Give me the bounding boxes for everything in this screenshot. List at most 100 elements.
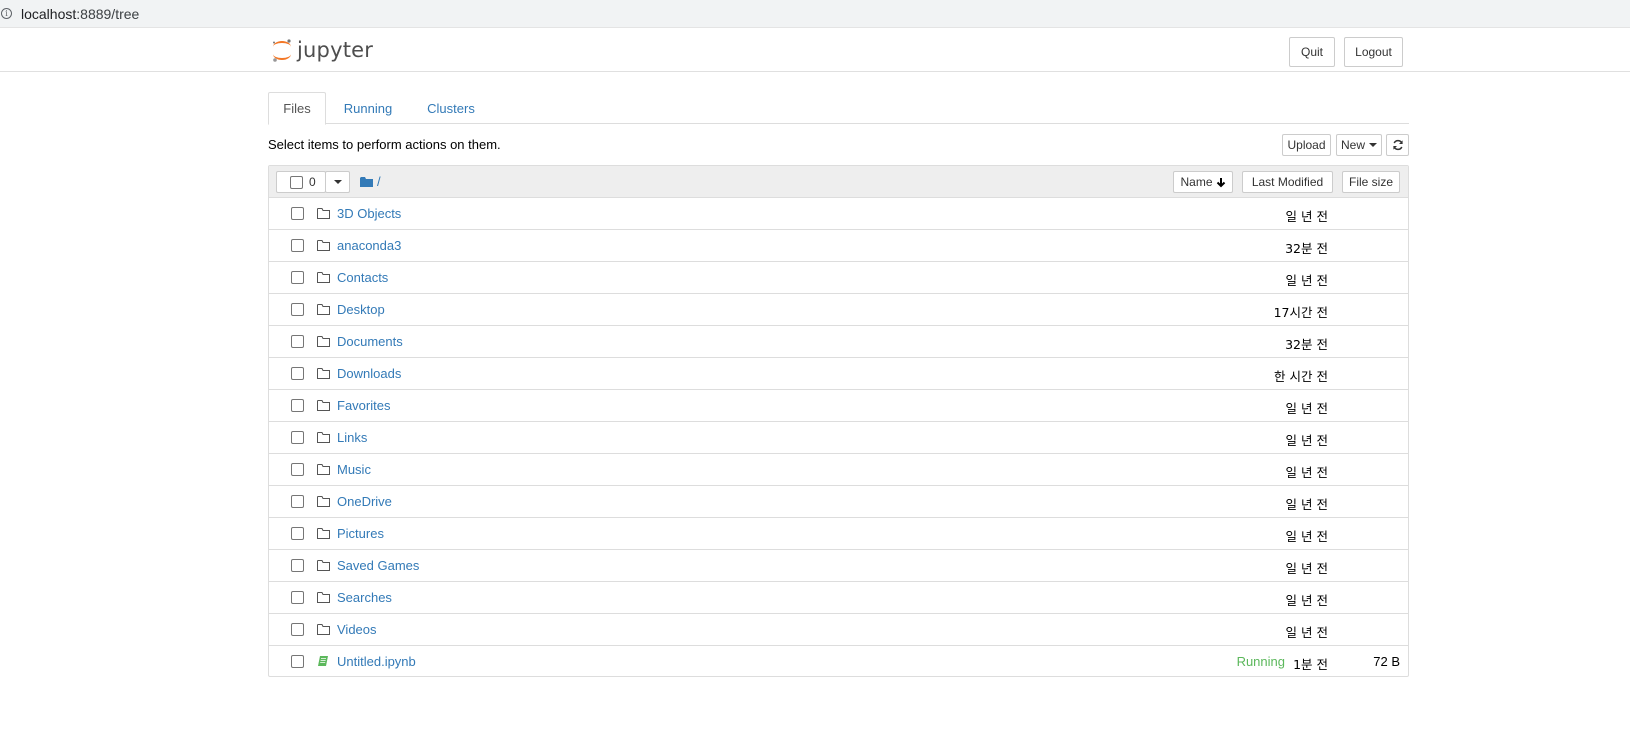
item-checkbox[interactable] [291,495,304,508]
item-checkbox[interactable] [291,623,304,636]
list-item[interactable]: 3D Objects 일 년 전 [269,198,1408,230]
quit-button[interactable]: Quit [1289,37,1335,67]
item-file-size: 72 B [1373,654,1400,669]
list-item[interactable]: Pictures 일 년 전 [269,518,1408,550]
item-last-modified: 일 년 전 [1285,497,1328,512]
sort-last-modified-button[interactable]: Last Modified [1242,171,1333,193]
tab-files[interactable]: Files [268,92,326,125]
item-checkbox[interactable] [291,207,304,220]
item-name-link[interactable]: 3D Objects [337,206,401,221]
item-checkbox[interactable] [291,655,304,668]
jupyter-logo-icon [273,39,291,62]
item-name-link[interactable]: Favorites [337,398,390,413]
url-text[interactable]: localhost:8889/tree [21,6,139,22]
list-item[interactable]: anaconda3 32분 전 [269,230,1408,262]
item-last-modified: 일 년 전 [1285,593,1328,608]
item-last-modified: 일 년 전 [1285,561,1328,576]
folder-icon[interactable] [360,177,373,187]
refresh-button[interactable] [1386,134,1409,156]
item-last-modified: 일 년 전 [1285,433,1328,448]
tab-clusters[interactable]: Clusters [426,92,476,124]
tab-bar: Files Running Clusters [268,92,1409,125]
select-dropdown-button[interactable] [325,171,350,193]
site-info-icon[interactable]: i [1,8,12,19]
sort-name-label: Name [1180,175,1213,189]
item-name-link[interactable]: Untitled.ipynb [337,654,416,669]
item-name-link[interactable]: Desktop [337,302,385,317]
new-button-label: New [1340,138,1365,152]
list-item[interactable]: Saved Games 일 년 전 [269,550,1408,582]
item-last-modified: 1분 전 [1293,657,1328,672]
select-all-control[interactable]: 0 [276,171,326,193]
sort-file-size-button[interactable]: File size [1342,171,1400,193]
item-last-modified: 한 시간 전 [1274,369,1328,384]
list-item[interactable]: Searches 일 년 전 [269,582,1408,614]
item-name-link[interactable]: Downloads [337,366,401,381]
item-checkbox[interactable] [291,335,304,348]
item-name-link[interactable]: Links [337,430,367,445]
item-checkbox[interactable] [291,591,304,604]
item-checkbox[interactable] [291,463,304,476]
folder-icon [317,591,330,606]
upload-button[interactable]: Upload [1282,134,1331,156]
selected-count: 0 [309,175,316,189]
item-name-link[interactable]: Videos [337,622,377,637]
folder-icon [317,399,330,414]
item-checkbox[interactable] [291,399,304,412]
item-checkbox[interactable] [291,239,304,252]
refresh-icon [1392,139,1403,151]
notebook-icon [317,655,329,670]
item-name-link[interactable]: Pictures [337,526,384,541]
item-checkbox[interactable] [291,271,304,284]
folder-icon [317,271,330,286]
item-name-link[interactable]: Contacts [337,270,388,285]
item-name-link[interactable]: Music [337,462,371,477]
list-item[interactable]: Downloads 한 시간 전 [269,358,1408,390]
new-button[interactable]: New [1336,134,1382,156]
item-name-link[interactable]: OneDrive [337,494,392,509]
list-item[interactable]: Favorites 일 년 전 [269,390,1408,422]
file-rows: 3D Objects 일 년 전 anaconda3 32분 전 Contacts 일 년… [269,198,1408,678]
arrow-down-icon [1216,177,1225,187]
logout-button[interactable]: Logout [1344,37,1403,67]
item-last-modified: 일 년 전 [1285,465,1328,480]
folder-icon [317,623,330,638]
list-item[interactable]: OneDrive 일 년 전 [269,486,1408,518]
list-item[interactable]: Contacts 일 년 전 [269,262,1408,294]
folder-icon [317,559,330,574]
item-checkbox[interactable] [291,431,304,444]
folder-icon [317,431,330,446]
list-item[interactable]: Links 일 년 전 [269,422,1408,454]
folder-icon [317,303,330,318]
jupyter-logo[interactable]: jupyter [270,35,373,65]
item-checkbox[interactable] [291,367,304,380]
folder-icon [317,495,330,510]
item-name-link[interactable]: Documents [337,334,403,349]
sort-name-button[interactable]: Name [1173,171,1233,193]
item-name-link[interactable]: Saved Games [337,558,419,573]
item-checkbox[interactable] [291,303,304,316]
list-item[interactable]: Desktop 17시간 전 [269,294,1408,326]
list-item[interactable]: Videos 일 년 전 [269,614,1408,646]
select-all-checkbox[interactable] [290,176,303,189]
tab-running[interactable]: Running [342,92,394,124]
item-checkbox[interactable] [291,527,304,540]
item-checkbox[interactable] [291,559,304,572]
item-last-modified: 일 년 전 [1285,625,1328,640]
list-item[interactable]: Documents 32분 전 [269,326,1408,358]
running-indicator: Running [1236,654,1285,669]
item-name-link[interactable]: anaconda3 [337,238,401,253]
item-name-link[interactable]: Searches [337,590,392,605]
logo-text: jupyter [297,38,374,62]
folder-icon [317,239,330,254]
folder-icon [317,207,330,222]
browser-address-bar[interactable]: i localhost:8889/tree [0,0,1630,28]
item-last-modified: 32분 전 [1285,241,1328,256]
list-item[interactable]: Music 일 년 전 [269,454,1408,486]
file-list-header: 0 / Name Last Modified File size [269,166,1408,198]
list-item[interactable]: Untitled.ipynb Running 1분 전 72 B [269,646,1408,678]
item-last-modified: 일 년 전 [1285,209,1328,224]
file-list: 0 / Name Last Modified File size 3D Obje… [268,165,1409,677]
folder-icon [317,527,330,542]
breadcrumb-root[interactable]: / [377,174,381,189]
